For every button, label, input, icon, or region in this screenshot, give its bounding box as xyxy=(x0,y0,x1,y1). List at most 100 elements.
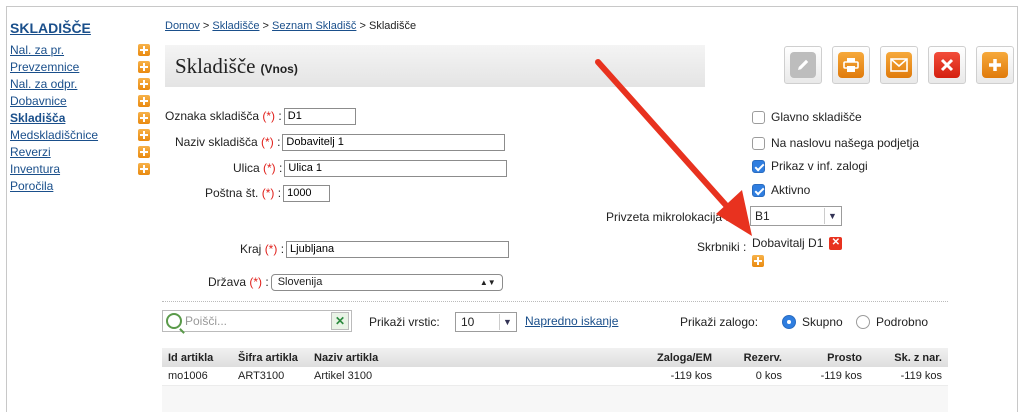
mikrolokacija-select[interactable]: B1 ▼ xyxy=(750,206,842,226)
add-icon[interactable] xyxy=(138,129,150,141)
updown-icon: ▲▼ xyxy=(479,277,496,287)
add-icon[interactable] xyxy=(138,61,150,73)
required-mark: (*) xyxy=(263,161,276,175)
breadcrumb: Domov > Skladišče > Seznam Skladišč > Sk… xyxy=(165,20,416,32)
rows-value: 10 xyxy=(461,315,475,329)
plus-icon xyxy=(982,52,1008,78)
skrbnik-item: Dobavitalj D1 ✕ xyxy=(752,236,843,250)
table-cell: 0 kos xyxy=(755,370,782,382)
radio-podrobno-row[interactable]: Podrobno xyxy=(856,315,928,329)
column-header[interactable]: Prosto xyxy=(788,352,868,364)
add-button[interactable] xyxy=(976,46,1014,84)
required-mark: (*) xyxy=(262,109,276,123)
sidebar-item-label[interactable]: Nal. za odpr. xyxy=(10,77,77,91)
add-icon[interactable] xyxy=(138,95,150,107)
form-row-postna: Poštna št. (*) : xyxy=(205,184,331,202)
radio-skupno-label: Skupno xyxy=(802,315,843,329)
kraj-input[interactable] xyxy=(286,240,510,258)
form-row-naziv: Naziv skladišča (*) : xyxy=(175,133,506,151)
table-cell: Artikel 3100 xyxy=(314,370,373,382)
sidebar-item-prevzemnice: Prevzemnice xyxy=(10,59,150,75)
ulica-input[interactable] xyxy=(284,159,508,177)
mikrolokacija-value: B1 xyxy=(755,209,770,223)
add-icon[interactable] xyxy=(138,44,150,56)
section-divider xyxy=(162,301,948,302)
add-skrbnik-icon[interactable] xyxy=(752,255,764,267)
label-colon: : xyxy=(280,242,285,256)
sidebar: SKLADIŠČE Nal. za pr. Prevzemnice Nal. z… xyxy=(10,20,150,195)
search-input[interactable]: Poišči... xyxy=(185,314,331,328)
advanced-search-link[interactable]: Napredno iskanje xyxy=(525,314,618,328)
naslov-checkbox[interactable] xyxy=(752,136,765,150)
edit-button[interactable] xyxy=(784,46,822,84)
postna-input[interactable] xyxy=(283,184,331,202)
column-header[interactable]: Sk. z nar. xyxy=(868,352,948,364)
page-title-bar: Skladišče (Vnos) xyxy=(165,45,705,87)
oznaka-input[interactable] xyxy=(283,107,356,125)
postna-label: Poštna št. xyxy=(205,186,259,200)
sidebar-item-label[interactable]: Reverzi xyxy=(10,145,51,159)
breadcrumb-skladisce[interactable]: Skladišče xyxy=(212,20,259,32)
sidebar-item-reverzi: Reverzi xyxy=(10,144,150,160)
page-title: Skladišče xyxy=(175,53,256,78)
form-row-oznaka: Oznaka skladišča (*) : xyxy=(165,107,356,125)
radio-skupno-row[interactable]: Skupno xyxy=(782,315,843,329)
table-cell: -119 kos xyxy=(900,370,942,382)
breadcrumb-seznam[interactable]: Seznam Skladišč xyxy=(272,20,356,32)
glavno-checkbox[interactable] xyxy=(752,110,765,124)
table-cell: -119 kos xyxy=(670,370,712,382)
table-cell: ART3100 xyxy=(238,370,285,382)
sidebar-item-label[interactable]: Inventura xyxy=(10,162,60,176)
required-mark: (*) xyxy=(249,275,263,289)
aktivno-checkbox-row[interactable]: Aktivno xyxy=(752,183,810,197)
sidebar-item-label[interactable]: Nal. za pr. xyxy=(10,43,64,57)
prikaz-checkbox[interactable] xyxy=(752,159,765,173)
rows-select[interactable]: 10 ▼ xyxy=(455,312,517,332)
naslov-checkbox-row[interactable]: Na naslovu našega podjetja xyxy=(752,136,919,150)
column-header[interactable]: Zaloga/EM xyxy=(588,352,718,364)
column-header[interactable]: Šifra artikla xyxy=(232,352,308,364)
add-icon[interactable] xyxy=(138,163,150,175)
prikaz-checkbox-row[interactable]: Prikaz v inf. zalogi xyxy=(752,159,868,173)
sidebar-item-label[interactable]: Prevzemnice xyxy=(10,60,79,74)
column-header[interactable]: Rezerv. xyxy=(718,352,788,364)
drzava-select[interactable]: Slovenija ▲▼ xyxy=(270,273,503,291)
delete-button[interactable] xyxy=(928,46,966,84)
sidebar-item-skladisca: Skladišča xyxy=(10,110,150,126)
email-button[interactable] xyxy=(880,46,918,84)
clear-search-icon[interactable]: ✕ xyxy=(331,312,349,330)
prikaz-label: Prikaz v inf. zalogi xyxy=(771,159,868,173)
search-icon xyxy=(166,313,182,329)
breadcrumb-separator: > xyxy=(202,20,210,32)
radio-skupno[interactable] xyxy=(782,315,796,329)
printer-icon xyxy=(838,52,864,78)
glavno-label: Glavno skladišče xyxy=(771,110,862,124)
aktivno-checkbox[interactable] xyxy=(752,183,765,197)
sidebar-title[interactable]: SKLADIŠČE xyxy=(10,20,150,36)
label-colon: : xyxy=(743,240,747,254)
sidebar-item-label[interactable]: Poročila xyxy=(10,179,53,193)
glavno-checkbox-row[interactable]: Glavno skladišče xyxy=(752,110,862,124)
required-mark: (*) xyxy=(261,135,274,149)
sidebar-item-label[interactable]: Medskladiščnice xyxy=(10,128,98,142)
add-icon[interactable] xyxy=(138,112,150,124)
column-header[interactable]: Naziv artikla xyxy=(308,352,588,364)
pencil-icon xyxy=(790,52,816,78)
mikrolokacija-label: Privzeta mikrolokacija xyxy=(606,210,723,224)
sidebar-item-label[interactable]: Skladišča xyxy=(10,111,65,125)
radio-podrobno[interactable] xyxy=(856,315,870,329)
naziv-label: Naziv skladišča xyxy=(175,135,258,149)
sidebar-item-label[interactable]: Dobavnice xyxy=(10,94,67,108)
naziv-input[interactable] xyxy=(282,133,506,151)
required-mark: (*) xyxy=(264,242,278,256)
sidebar-item-nal-za-odpr: Nal. za odpr. xyxy=(10,76,150,92)
breadcrumb-home[interactable]: Domov xyxy=(165,20,200,32)
column-header[interactable]: Id artikla xyxy=(162,352,232,364)
add-icon[interactable] xyxy=(138,78,150,90)
table-row[interactable]: mo1006 ART3100 Artikel 3100 -119 kos 0 k… xyxy=(162,367,948,386)
print-button[interactable] xyxy=(832,46,870,84)
sidebar-item-nal-za-pr: Nal. za pr. xyxy=(10,42,150,58)
add-icon[interactable] xyxy=(138,146,150,158)
remove-skrbnik-icon[interactable]: ✕ xyxy=(829,236,843,250)
sidebar-item-porocila: Poročila xyxy=(10,178,150,194)
